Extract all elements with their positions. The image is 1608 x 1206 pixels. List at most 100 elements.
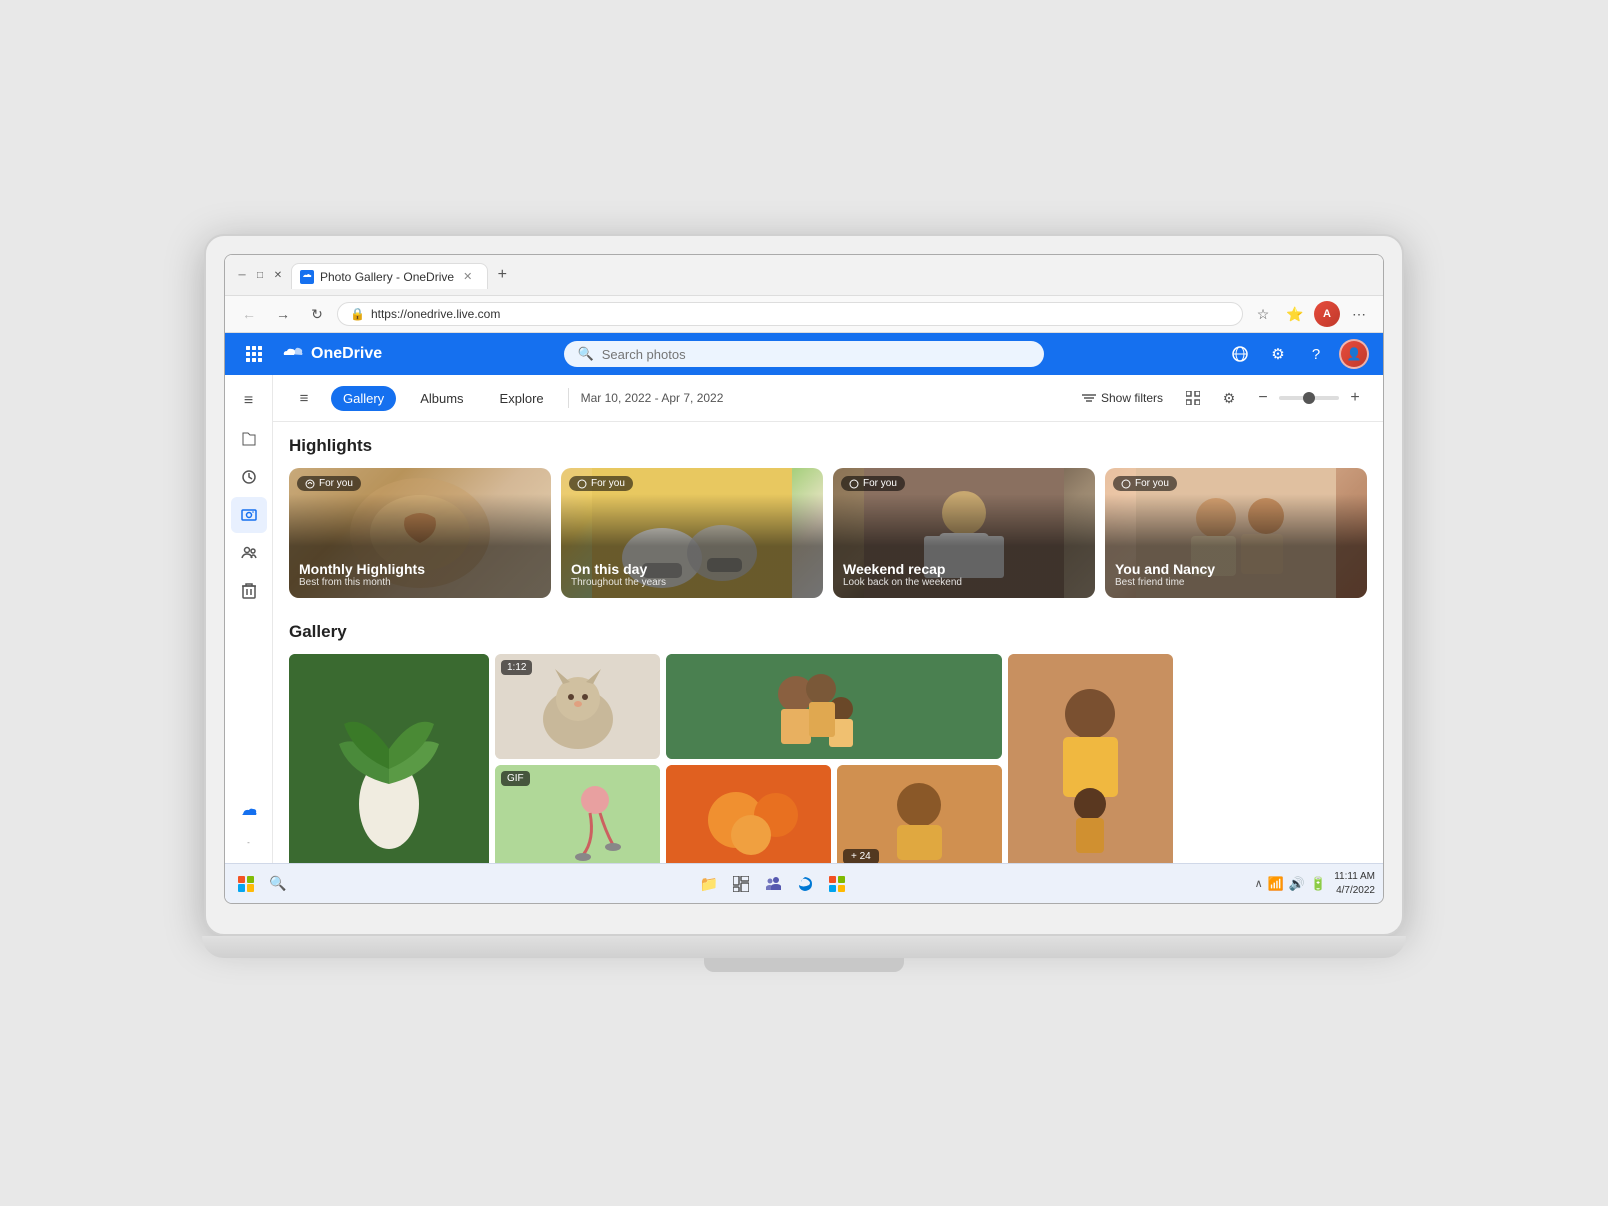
zoom-in-button[interactable]: +	[1343, 386, 1367, 410]
sidebar-item-shared[interactable]	[231, 535, 267, 571]
new-tab-button[interactable]: +	[488, 261, 516, 289]
apps-grid-button[interactable]	[239, 339, 269, 369]
address-bar[interactable]: 🔒 https://onedrive.live.com	[337, 302, 1243, 326]
gallery-item-dad-kid[interactable]	[1008, 654, 1173, 863]
help-button[interactable]: ?	[1301, 339, 1331, 369]
zoom-slider[interactable]	[1279, 396, 1339, 400]
gallery-badge-gif: GIF	[501, 771, 530, 786]
onedrive-app: OneDrive 🔍	[225, 333, 1383, 903]
taskbar-app-taskview[interactable]	[727, 870, 755, 898]
tab-gallery[interactable]: Gallery	[331, 386, 396, 411]
network-button[interactable]	[1225, 339, 1255, 369]
sidebar-item-recent[interactable]	[231, 459, 267, 495]
taskbar-search-button[interactable]: 🔍	[265, 871, 291, 897]
gallery-item-plant[interactable]	[289, 654, 489, 863]
sidebar-item-hamburger[interactable]: ≡	[231, 383, 267, 419]
zoom-control: − +	[1251, 386, 1367, 410]
minimize-button[interactable]: ─	[235, 268, 249, 282]
sidebar: ≡	[225, 375, 273, 863]
highlight-text-monthly: Monthly Highlights Best from this month	[299, 561, 425, 588]
favorites-icon[interactable]: ☆	[1249, 300, 1277, 328]
taskbar-app-files[interactable]: 📁	[695, 870, 723, 898]
for-you-badge-onthisday: For you	[569, 476, 633, 491]
show-filters-label: Show filters	[1101, 391, 1163, 405]
user-avatar[interactable]: 👤	[1339, 339, 1369, 369]
search-input[interactable]	[602, 347, 1030, 362]
for-you-badge-nancy: For you	[1113, 476, 1177, 491]
sidebar-item-trash[interactable]	[231, 573, 267, 609]
highlight-text-weekend: Weekend recap Look back on the weekend	[843, 561, 962, 588]
onedrive-title: OneDrive	[311, 345, 382, 363]
collections-icon[interactable]: ⭐	[1281, 300, 1309, 328]
highlights-title: Highlights	[289, 436, 1367, 456]
chevron-icon[interactable]: ∧	[1255, 877, 1263, 890]
taskbar-right: ∧ 📶 🔊 🔋 11:11 AM 4/7/2022	[1255, 870, 1375, 898]
show-filters-button[interactable]: Show filters	[1074, 387, 1171, 409]
zoom-out-button[interactable]: −	[1251, 386, 1275, 410]
sidebar-item-upgrade[interactable]	[231, 796, 267, 832]
for-you-badge-monthly: For you	[297, 476, 361, 491]
browser-actions: ☆ ⭐ A ⋯	[1249, 300, 1373, 328]
forward-button[interactable]: →	[269, 300, 297, 328]
laptop-base	[202, 936, 1406, 958]
content-hamburger[interactable]: ≡	[289, 383, 319, 413]
tab-explore[interactable]: Explore	[488, 386, 556, 411]
gallery-scroll: Highlights	[273, 422, 1383, 863]
highlight-card-weekend[interactable]: For you Weekend recap Look back on the w…	[833, 468, 1095, 598]
onedrive-header: OneDrive 🔍	[225, 333, 1383, 375]
tab-bar: Photo Gallery - OneDrive ✕ +	[291, 261, 1373, 289]
settings-button[interactable]: ⚙	[1263, 339, 1293, 369]
highlight-card-nancy[interactable]: For you You and Nancy Best friend time	[1105, 468, 1367, 598]
tab-close-button[interactable]: ✕	[460, 269, 475, 284]
active-tab[interactable]: Photo Gallery - OneDrive ✕	[291, 263, 488, 289]
search-bar[interactable]: 🔍	[564, 341, 1044, 367]
laptop-screen: ─ □ ✕ Photo Gallery - OneDrive	[224, 254, 1384, 904]
lock-icon: 🔒	[350, 307, 365, 321]
back-button[interactable]: ←	[235, 300, 263, 328]
highlight-text-onthisday: On this day Throughout the years	[571, 561, 666, 588]
system-tray-icons: ∧ 📶 🔊 🔋	[1255, 876, 1327, 892]
browser-chrome: ─ □ ✕ Photo Gallery - OneDrive	[225, 255, 1383, 333]
toolbar-right: Show filters	[1074, 384, 1367, 412]
gallery-item-cat[interactable]: 1:12	[495, 654, 660, 759]
browser-titlebar: ─ □ ✕ Photo Gallery - OneDrive	[225, 255, 1383, 296]
laptop-foot	[704, 958, 904, 972]
refresh-button[interactable]: ↻	[303, 300, 331, 328]
tab-albums[interactable]: Albums	[408, 386, 475, 411]
gallery-item-family[interactable]	[666, 654, 1002, 759]
maximize-button[interactable]: □	[253, 268, 267, 282]
volume-icon[interactable]: 🔊	[1289, 876, 1305, 892]
battery-icon[interactable]: 🔋	[1310, 876, 1326, 892]
gallery-count-laughing: + 24	[843, 849, 879, 863]
zoom-thumb	[1303, 392, 1315, 404]
start-button[interactable]	[233, 871, 259, 897]
view-grid-button[interactable]	[1179, 384, 1207, 412]
profile-button[interactable]: A	[1313, 300, 1341, 328]
tab-favicon	[300, 270, 314, 284]
taskbar: 🔍 📁	[225, 863, 1383, 903]
sidebar-item-photos[interactable]	[231, 497, 267, 533]
sidebar-bottom: -	[231, 796, 267, 855]
taskbar-app-teams[interactable]	[759, 870, 787, 898]
gallery-badge-cat: 1:12	[501, 660, 532, 675]
highlight-card-monthly[interactable]: For you Monthly Highlights Best from thi…	[289, 468, 551, 598]
windows-logo	[238, 876, 254, 892]
profile-avatar: A	[1314, 301, 1340, 327]
browser-addressbar: ← → ↻ 🔒 https://onedrive.live.com ☆ ⭐ A …	[225, 296, 1383, 333]
settings-view-button[interactable]: ⚙	[1215, 384, 1243, 412]
taskbar-app-store[interactable]	[823, 870, 851, 898]
taskbar-app-edge[interactable]	[791, 870, 819, 898]
taskbar-datetime[interactable]: 11:11 AM 4/7/2022	[1334, 870, 1375, 898]
highlight-text-nancy: You and Nancy Best friend time	[1115, 561, 1215, 588]
close-button[interactable]: ✕	[271, 268, 285, 282]
wifi-icon[interactable]: 📶	[1268, 876, 1284, 892]
url-text: https://onedrive.live.com	[371, 307, 500, 321]
sidebar-upgrade-label: -	[247, 838, 250, 847]
gallery-item-flowers[interactable]	[666, 765, 831, 863]
sidebar-item-files[interactable]	[231, 421, 267, 457]
more-button[interactable]: ⋯	[1345, 300, 1373, 328]
gallery-item-laughing[interactable]: + 24	[837, 765, 1002, 863]
gallery-item-rollersk[interactable]: GIF	[495, 765, 660, 863]
highlight-card-onthisday[interactable]: For you On this day Throughout the years	[561, 468, 823, 598]
gallery-toolbar: ≡ Gallery Albums Explore Mar 10, 2022 - …	[273, 375, 1383, 422]
